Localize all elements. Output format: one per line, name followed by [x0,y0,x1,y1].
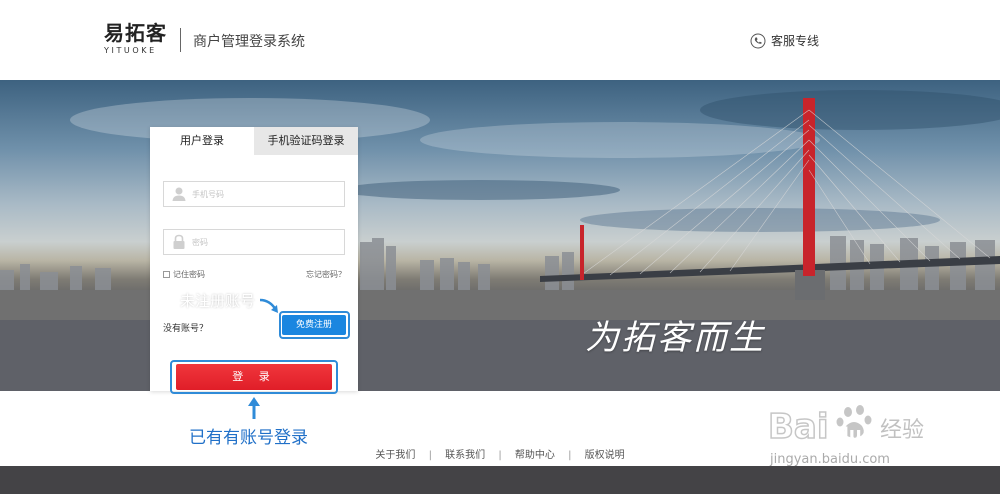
login-highlight [170,360,338,394]
tab-user-login[interactable]: 用户登录 [150,127,254,155]
footer-link-help[interactable]: 帮助中心 [515,450,555,461]
register-highlight [279,311,350,339]
password-input[interactable] [192,237,332,247]
password-field [163,229,345,255]
footer-separator: | [428,450,432,461]
arrow-register-icon [259,298,278,313]
phone-field [163,181,345,207]
footer-separator: | [498,450,502,461]
footer-link-contact[interactable]: 联系我们 [445,450,485,461]
login-annotation: 已有有账号登录 [189,428,308,448]
phone-icon [750,33,766,48]
remember-password[interactable]: 记住密码 [163,269,205,280]
header: 易拓客 YITUOKE 商户管理登录系统 客服专线 [0,0,1000,80]
tab-sms-login[interactable]: 手机验证码登录 [254,127,358,155]
watermark-brand: 经验 [880,418,925,443]
footer-bar [0,466,1000,494]
footer-link-copyright[interactable]: 版权说明 [585,450,625,461]
logo[interactable]: 易拓客 YITUOKE [104,22,168,55]
logo-text-en: YITUOKE [104,46,157,55]
svg-text:du: du [836,424,862,445]
customer-service-link[interactable]: 客服专线 [750,32,819,49]
footer-link-about[interactable]: 关于我们 [375,450,415,461]
no-account-label: 没有账号？ [163,324,209,334]
remember-label: 记住密码 [173,270,205,279]
watermark-url: jingyan.baidu.com [770,452,890,467]
service-label: 客服专线 [771,34,820,48]
logo-text-cn: 易拓客 [104,21,167,45]
user-icon [172,187,186,201]
lock-icon [173,234,185,249]
system-title: 商户管理登录系统 [193,34,305,50]
login-tabs: 用户登录 手机验证码登录 [150,127,358,155]
footer-separator: | [568,450,572,461]
banner-slogan: 为拓客而生 [585,318,765,358]
remember-checkbox[interactable] [163,271,170,278]
phone-input[interactable] [192,189,332,199]
header-divider [180,28,181,52]
svg-text:Bai: Bai [768,407,829,447]
register-annotation: 未注册账号 [180,292,256,310]
arrow-login-icon [248,397,260,419]
login-card: 用户登录 手机验证码登录 记住密码 忘记密码？ 没有账号？ 免费注册 登 录 [150,127,358,391]
forgot-password-link[interactable]: 忘记密码？ [306,269,346,280]
